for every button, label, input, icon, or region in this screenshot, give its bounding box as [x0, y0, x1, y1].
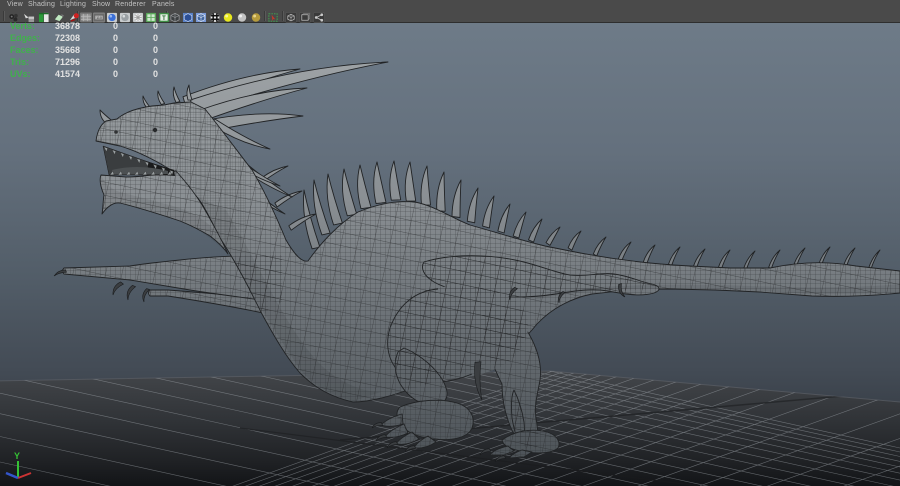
- svg-text:T: T: [162, 16, 166, 22]
- svg-text:110: 110: [96, 16, 102, 20]
- svg-text:Y: Y: [14, 451, 20, 461]
